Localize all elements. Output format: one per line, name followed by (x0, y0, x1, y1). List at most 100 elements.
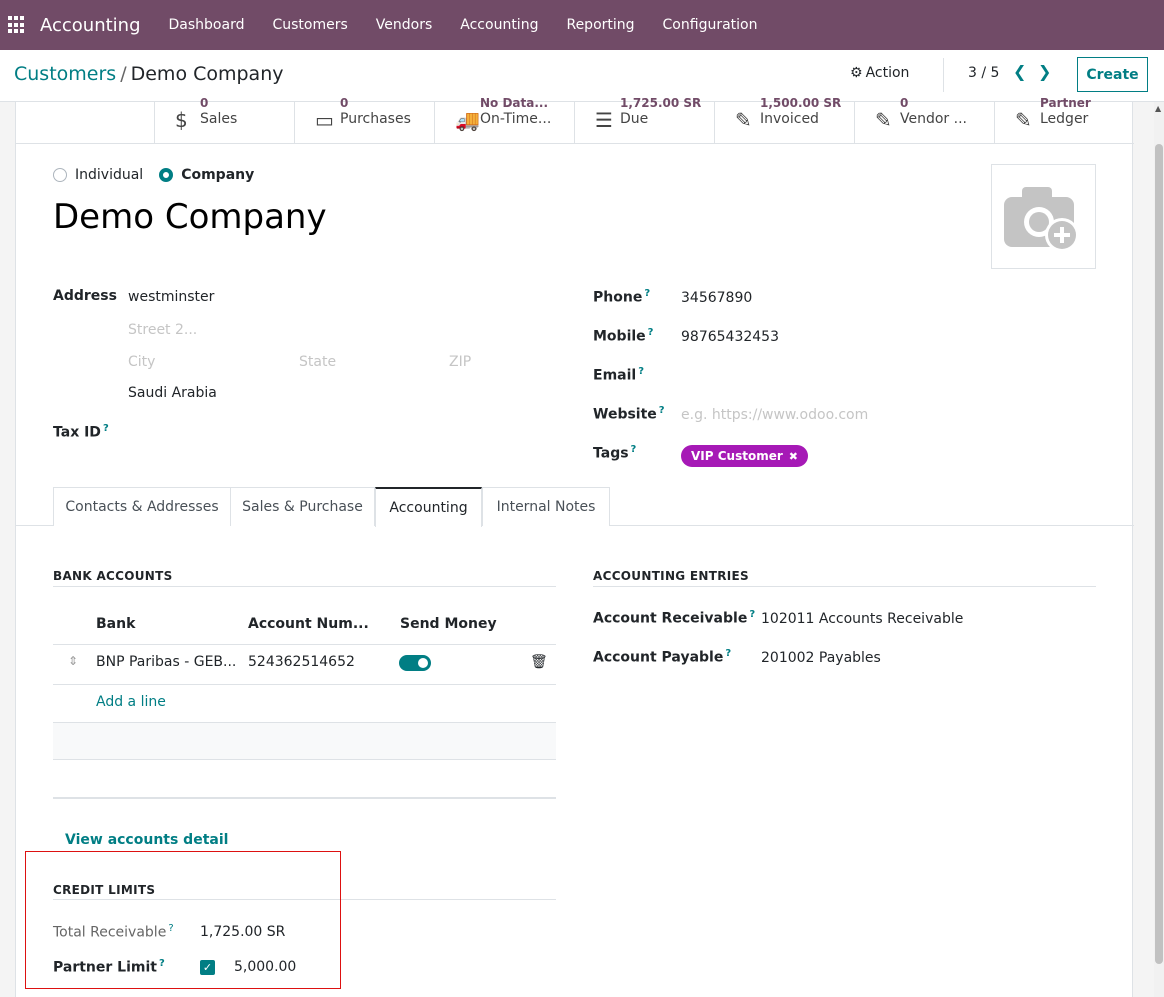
mobile-label: Mobile? (593, 327, 653, 345)
nav-configuration[interactable]: Configuration (663, 17, 758, 33)
truck-icon: 🚚 (455, 108, 480, 132)
help-icon[interactable]: ? (631, 444, 637, 455)
radio-individual[interactable] (53, 168, 67, 182)
help-icon[interactable]: ? (725, 648, 731, 659)
smart-button-label: Purchases (340, 111, 411, 127)
smart-button-value: No Data... (480, 96, 549, 110)
partner-name-field[interactable]: Demo Company (53, 197, 327, 237)
breadcrumb-current: Demo Company (130, 63, 284, 85)
smart-button-label: Sales (200, 111, 238, 127)
help-icon[interactable]: ? (644, 288, 650, 299)
company-type-radio-group: Individual Company (53, 167, 270, 183)
avatar[interactable] (991, 164, 1096, 269)
account-receivable-field[interactable]: 102011 Accounts Receivable (761, 611, 963, 627)
view-accounts-detail-link[interactable]: View accounts detail (65, 832, 228, 848)
trash-icon[interactable]: 🗑 (530, 654, 548, 670)
smart-button-vendor[interactable]: ✎ 0 Vendor ... (854, 96, 994, 144)
nav-customers[interactable]: Customers (272, 17, 347, 33)
accounting-entries-title: ACCOUNTING ENTRIES (593, 569, 749, 583)
state-field[interactable]: State (299, 354, 336, 370)
mobile-field[interactable]: 98765432453 (681, 329, 779, 345)
divider (943, 58, 944, 92)
pager-value[interactable]: 3 / 5 (968, 65, 999, 81)
divider (53, 586, 556, 587)
scrollbar[interactable] (1154, 102, 1164, 997)
nav-reporting[interactable]: Reporting (566, 17, 634, 33)
divider (53, 644, 556, 645)
street-field[interactable]: westminster (128, 289, 214, 305)
send-money-toggle[interactable] (399, 655, 431, 671)
zip-field[interactable]: ZIP (449, 354, 471, 370)
pencil-square-icon: ✎ (1015, 108, 1032, 132)
smart-button-value: Partner (1040, 96, 1091, 110)
help-icon[interactable]: ? (103, 423, 109, 434)
top-navbar: Accounting Dashboard Customers Vendors A… (0, 0, 1164, 50)
help-icon[interactable]: ? (659, 405, 665, 416)
smart-button-value: 0 (200, 96, 209, 110)
create-button[interactable]: Create (1077, 57, 1148, 92)
drag-handle-icon[interactable]: ⇕ (68, 654, 78, 668)
nav-dashboard[interactable]: Dashboard (169, 17, 245, 33)
action-label: Action (865, 65, 910, 81)
column-header-bank[interactable]: Bank (96, 616, 135, 632)
website-field[interactable]: e.g. https://www.odoo.com (681, 407, 868, 423)
notebook-tabs: Contacts & Addresses Sales & Purchase Ac… (16, 487, 1134, 527)
column-header-send-money[interactable]: Send Money (400, 616, 497, 632)
pager-next-icon[interactable]: ❯ (1038, 62, 1051, 81)
apps-menu-icon[interactable] (8, 16, 26, 34)
email-label: Email? (593, 366, 644, 384)
tax-id-label: Tax ID? (53, 423, 109, 441)
smart-button-due[interactable]: ☰ 1,725.00 SR Due (574, 96, 714, 144)
tab-contacts-addresses[interactable]: Contacts & Addresses (53, 487, 231, 526)
pencil-square-icon: ✎ (735, 108, 752, 132)
smart-button-partner-ledger[interactable]: ✎ Partner Ledger (994, 96, 1134, 144)
website-label-text: Website (593, 406, 657, 423)
mobile-label-text: Mobile (593, 328, 646, 345)
add-line-link[interactable]: Add a line (96, 694, 166, 710)
street2-field[interactable]: Street 2... (128, 322, 197, 338)
address-label: Address (53, 288, 117, 304)
tab-sales-purchase[interactable]: Sales & Purchase (230, 487, 375, 526)
breadcrumb-separator: / (120, 63, 127, 85)
tab-internal-notes[interactable]: Internal Notes (482, 487, 610, 526)
smart-button-purchases[interactable]: ▭ 0 Purchases (294, 96, 434, 144)
help-icon[interactable]: ? (638, 366, 644, 377)
smart-button-sales[interactable]: $ 0 Sales (154, 96, 294, 144)
tab-accounting[interactable]: Accounting (375, 487, 482, 527)
breadcrumb: Customers / Demo Company (14, 63, 284, 85)
column-header-account-number[interactable]: Account Num... (248, 616, 369, 632)
pager-previous-icon[interactable]: ❮ (1013, 62, 1026, 81)
scrollbar-thumb[interactable] (1155, 144, 1163, 964)
camera-plus-icon (1004, 187, 1079, 252)
breadcrumb-customers-link[interactable]: Customers (14, 63, 116, 85)
country-field[interactable]: Saudi Arabia (128, 385, 217, 401)
action-button[interactable]: ⚙ Action (850, 65, 909, 81)
account-number-cell[interactable]: 524362514652 (248, 654, 355, 670)
radio-company[interactable] (159, 168, 174, 182)
smart-button-bar: $ 0 Sales ▭ 0 Purchases 🚚 No Data... On-… (16, 96, 1134, 144)
radio-individual-label[interactable]: Individual (75, 167, 143, 183)
smart-button-label: Ledger (1040, 111, 1089, 127)
smart-button-on-time[interactable]: 🚚 No Data... On-Time... (434, 96, 574, 144)
radio-company-label[interactable]: Company (181, 167, 254, 183)
nav-vendors[interactable]: Vendors (376, 17, 432, 33)
tag-vip-customer[interactable]: VIP Customer ✖ (681, 445, 808, 467)
phone-label: Phone? (593, 288, 650, 306)
help-icon[interactable]: ? (648, 327, 654, 338)
help-icon[interactable]: ? (749, 609, 755, 620)
account-payable-field[interactable]: 201002 Payables (761, 650, 881, 666)
control-panel: Customers / Demo Company ⚙ Action 3 / 5 ❮ ❯… (0, 50, 1164, 102)
city-field[interactable]: City (128, 354, 155, 370)
bank-cell[interactable]: BNP Paribas - GEB... (96, 654, 236, 670)
phone-field[interactable]: 34567890 (681, 290, 752, 306)
account-receivable-label: Account Receivable? (593, 609, 755, 627)
nav-accounting[interactable]: Accounting (460, 17, 538, 33)
smart-button-label: Vendor ... (900, 111, 967, 127)
app-name[interactable]: Accounting (40, 15, 141, 36)
list-icon: ☰ (595, 108, 613, 132)
website-label: Website? (593, 405, 665, 423)
scroll-up-icon[interactable]: ▲ (1155, 104, 1161, 113)
smart-button-invoiced[interactable]: ✎ 1,500.00 SR Invoiced (714, 96, 854, 144)
highlight-box (25, 851, 341, 989)
remove-tag-icon[interactable]: ✖ (789, 450, 798, 463)
